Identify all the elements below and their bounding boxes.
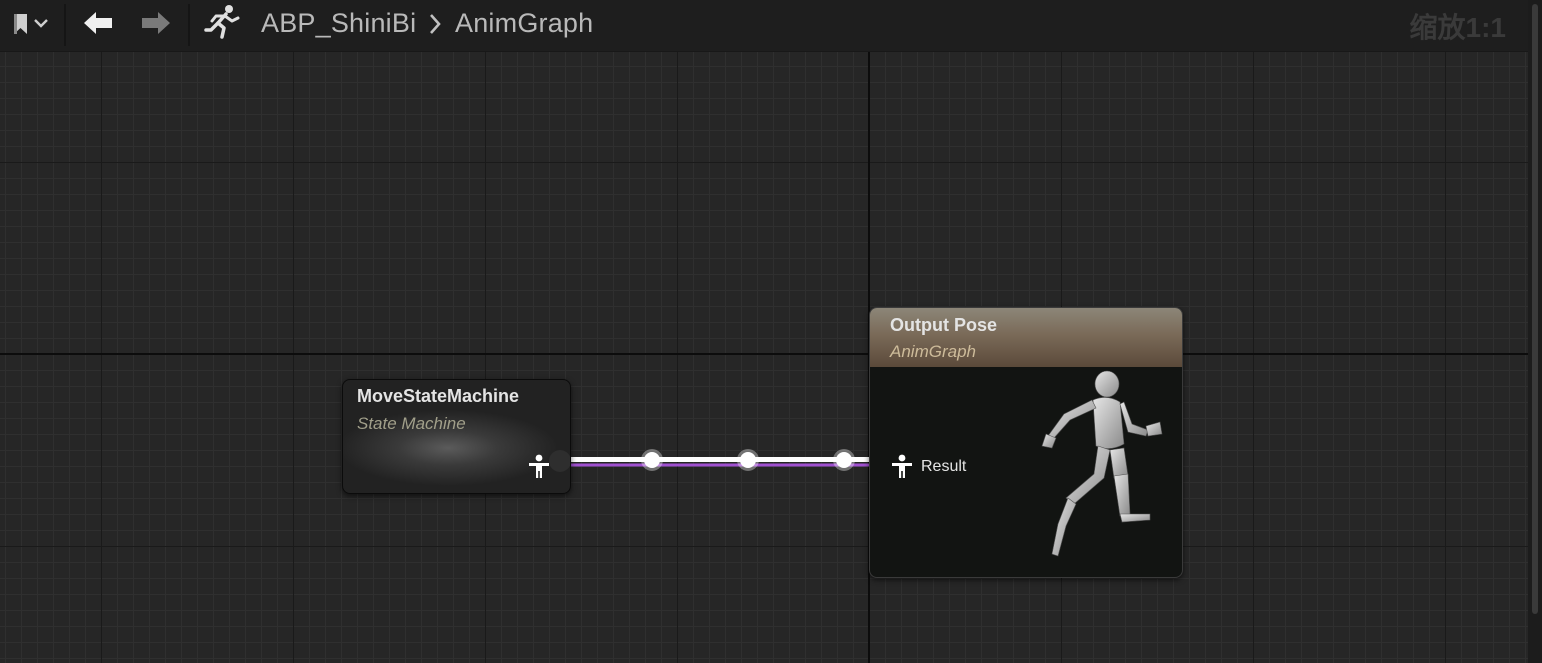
toolbar-separator <box>64 4 66 46</box>
toolbar-separator <box>188 4 190 46</box>
chevron-right-icon <box>430 14 441 34</box>
running-mannequin-icon <box>1041 370 1163 557</box>
forward-button[interactable] <box>134 0 178 46</box>
graph-origin-horizontal-axis <box>0 353 1528 355</box>
node-subtitle: AnimGraph <box>890 342 976 361</box>
pose-pin-icon[interactable] <box>527 454 551 480</box>
output-pose-node[interactable]: Output Pose AnimGraph Result <box>869 307 1183 578</box>
scrollbar-thumb[interactable] <box>1532 4 1538 614</box>
back-button[interactable] <box>76 0 120 46</box>
breadcrumb-asset[interactable]: ABP_ShiniBi <box>261 7 416 39</box>
pin-socket[interactable] <box>549 450 570 472</box>
vertical-scrollbar[interactable] <box>1528 0 1542 663</box>
bookmark-menu-button[interactable] <box>4 0 56 46</box>
asset-type-icon-wrap <box>198 0 246 46</box>
zoom-level-label: 缩放1:1 <box>1409 12 1506 43</box>
node-title: MoveStateMachine <box>357 386 520 406</box>
node-subtitle: State Machine <box>357 414 466 433</box>
state-machine-node[interactable]: MoveStateMachine State Machine <box>342 379 571 494</box>
breadcrumb-graph[interactable]: AnimGraph <box>455 7 593 39</box>
result-pin-label: Result <box>921 458 967 475</box>
pose-pin-icon[interactable] <box>890 454 914 480</box>
graph-toolbar: ABP_ShiniBi AnimGraph 缩放1:1 <box>0 0 1528 52</box>
bookmark-icon <box>14 14 48 34</box>
arrow-right-icon <box>142 12 170 34</box>
node-title: Output Pose <box>890 315 997 335</box>
arrow-left-icon <box>84 12 112 34</box>
graph-canvas[interactable] <box>0 0 1528 663</box>
running-figure-icon <box>204 5 240 39</box>
